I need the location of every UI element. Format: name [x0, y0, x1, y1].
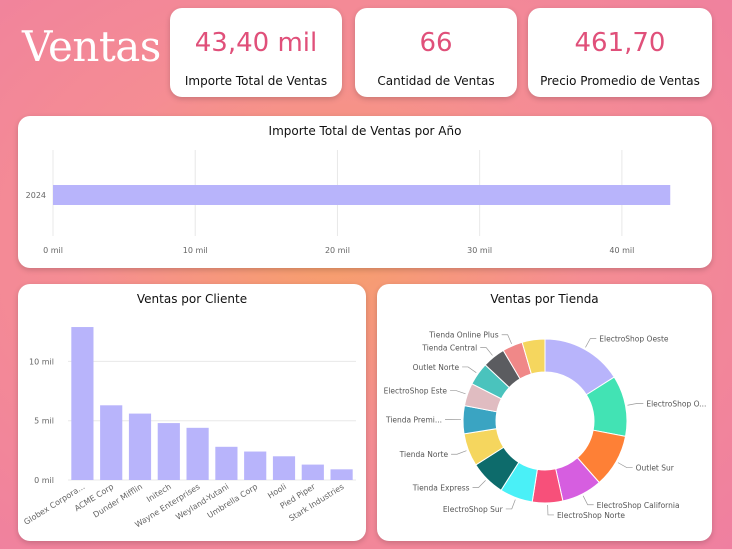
kpi-card-importe[interactable]: 43,40 mil Importe Total de Ventas — [170, 8, 342, 97]
leader-line — [450, 390, 466, 395]
slice-label: Tienda Premi... — [385, 416, 442, 425]
bar — [186, 427, 209, 480]
y-tick-label: 0 mil — [34, 476, 54, 485]
bar — [71, 327, 94, 480]
bar — [272, 456, 296, 480]
x-tick-label: 40 mil — [609, 246, 634, 255]
slice-label: Outlet Norte — [413, 363, 460, 372]
x-tick-label: Umbrella Corp — [206, 482, 260, 520]
slice-label: ElectroShop California — [597, 501, 680, 510]
bar — [301, 464, 324, 480]
slice-label: ElectroShop Norte — [557, 511, 625, 520]
slice-label: ElectroShop Oeste — [599, 335, 669, 344]
bar — [157, 423, 180, 480]
chart-ventas-por-anio[interactable]: Importe Total de Ventas por Año 0 mil 10 … — [18, 116, 712, 268]
client-chart-svg: 0 mil5 mil10 milGlobex Corpora...ACME Co… — [22, 327, 356, 529]
kpi-value: 461,70 — [574, 28, 666, 58]
slice-label: Tienda Express — [412, 483, 470, 492]
leader-line — [501, 334, 512, 345]
slice-label: Tienda Norte — [399, 450, 449, 459]
x-tick-label: 10 mil — [183, 246, 208, 255]
slice-label: ElectroShop Este — [384, 387, 448, 396]
slice-label: ElectroShop Sur — [443, 505, 504, 514]
x-tick-label: 30 mil — [467, 246, 492, 255]
bar — [53, 185, 671, 205]
kpi-value: 66 — [419, 28, 453, 58]
slice-label: Tienda Online Plus — [428, 331, 498, 340]
page-title: Ventas — [22, 22, 161, 71]
leader-line — [462, 366, 477, 373]
x-tick-label: Hooli — [266, 482, 288, 500]
kpi-value: 43,40 mil — [194, 28, 318, 58]
bar — [100, 405, 123, 480]
y-tick-label: 2024 — [26, 191, 46, 200]
leader-line — [627, 403, 644, 406]
x-tick-label: 0 mil — [43, 246, 63, 255]
leader-line — [505, 499, 516, 510]
leader-line — [480, 347, 493, 356]
leader-line — [472, 480, 486, 488]
year-chart-svg: 0 mil 10 mil 20 mil 30 mil 40 mil 2024 — [26, 150, 671, 255]
bar — [215, 446, 238, 480]
y-tick-label: 10 mil — [29, 357, 54, 366]
bar — [330, 469, 353, 480]
chart-ventas-por-cliente[interactable]: Ventas por Cliente 0 mil 5 mil 10 mil Globe… — [18, 284, 366, 541]
leader-line — [582, 495, 594, 506]
slice-label: Tienda Central — [421, 344, 477, 353]
leader-line — [585, 338, 597, 348]
kpi-label: Precio Promedio de Ventas — [540, 74, 700, 88]
kpi-card-cantidad[interactable]: 66 Cantidad de Ventas — [355, 8, 517, 97]
bar — [128, 413, 152, 480]
slice-label: Outlet Sur — [636, 464, 675, 473]
x-tick-label: 20 mil — [325, 246, 350, 255]
x-tick-label: Dunder Mifflin — [92, 482, 145, 519]
kpi-card-precio[interactable]: 461,70 Precio Promedio de Ventas — [528, 8, 712, 97]
leader-line — [547, 504, 554, 516]
kpi-label: Cantidad de Ventas — [377, 74, 495, 88]
slice-label: ElectroShop O... — [646, 399, 706, 408]
chart-ventas-por-tienda[interactable]: Ventas por Tienda ElectroShop Oeste Elect… — [377, 284, 712, 541]
store-chart-svg: ElectroShop Oeste ElectroShop O... Outlet … — [384, 331, 707, 520]
leader-line — [451, 450, 467, 455]
bar — [244, 451, 267, 480]
leader-line — [617, 462, 633, 468]
y-tick-label: 5 mil — [34, 417, 54, 426]
kpi-label: Importe Total de Ventas — [184, 74, 328, 88]
